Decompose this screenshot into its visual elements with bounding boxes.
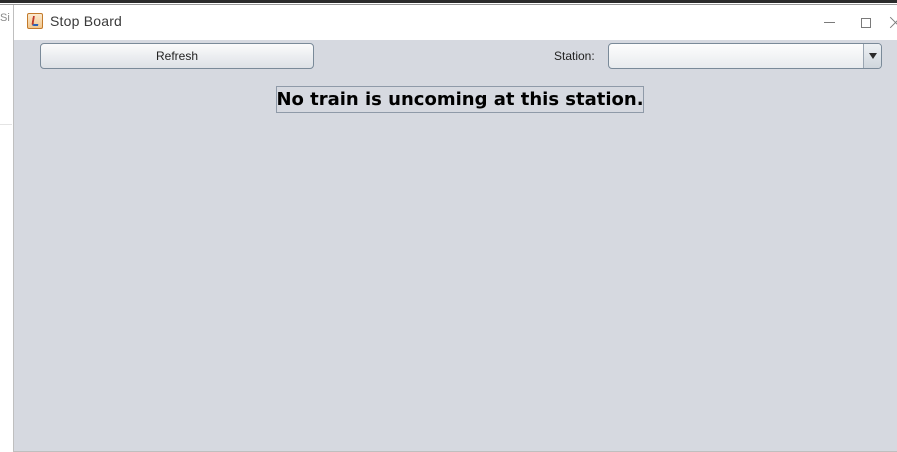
content-pane: Refresh Station: No train is uncoming at… bbox=[14, 40, 897, 451]
background-window-text: Sir bbox=[0, 12, 10, 24]
screen: Sir Stop Board Refresh Station: bbox=[0, 0, 897, 452]
minimize-icon bbox=[824, 22, 835, 23]
chevron-down-icon bbox=[868, 53, 877, 59]
close-button[interactable] bbox=[873, 5, 897, 40]
background-window-line bbox=[0, 124, 12, 125]
window-title: Stop Board bbox=[50, 13, 123, 29]
close-icon bbox=[889, 16, 897, 29]
stop-board-window: Stop Board Refresh Station: No train is … bbox=[13, 5, 897, 452]
java-app-icon[interactable] bbox=[27, 13, 43, 29]
refresh-button[interactable]: Refresh bbox=[40, 43, 314, 69]
station-label: Station: bbox=[554, 49, 595, 63]
maximize-icon bbox=[860, 17, 871, 28]
status-message: No train is uncoming at this station. bbox=[276, 86, 644, 113]
station-dropdown[interactable] bbox=[608, 43, 882, 69]
background-window-edge bbox=[0, 0, 897, 3]
dropdown-arrow-button[interactable] bbox=[863, 44, 881, 68]
title-bar[interactable]: Stop Board bbox=[14, 5, 897, 40]
